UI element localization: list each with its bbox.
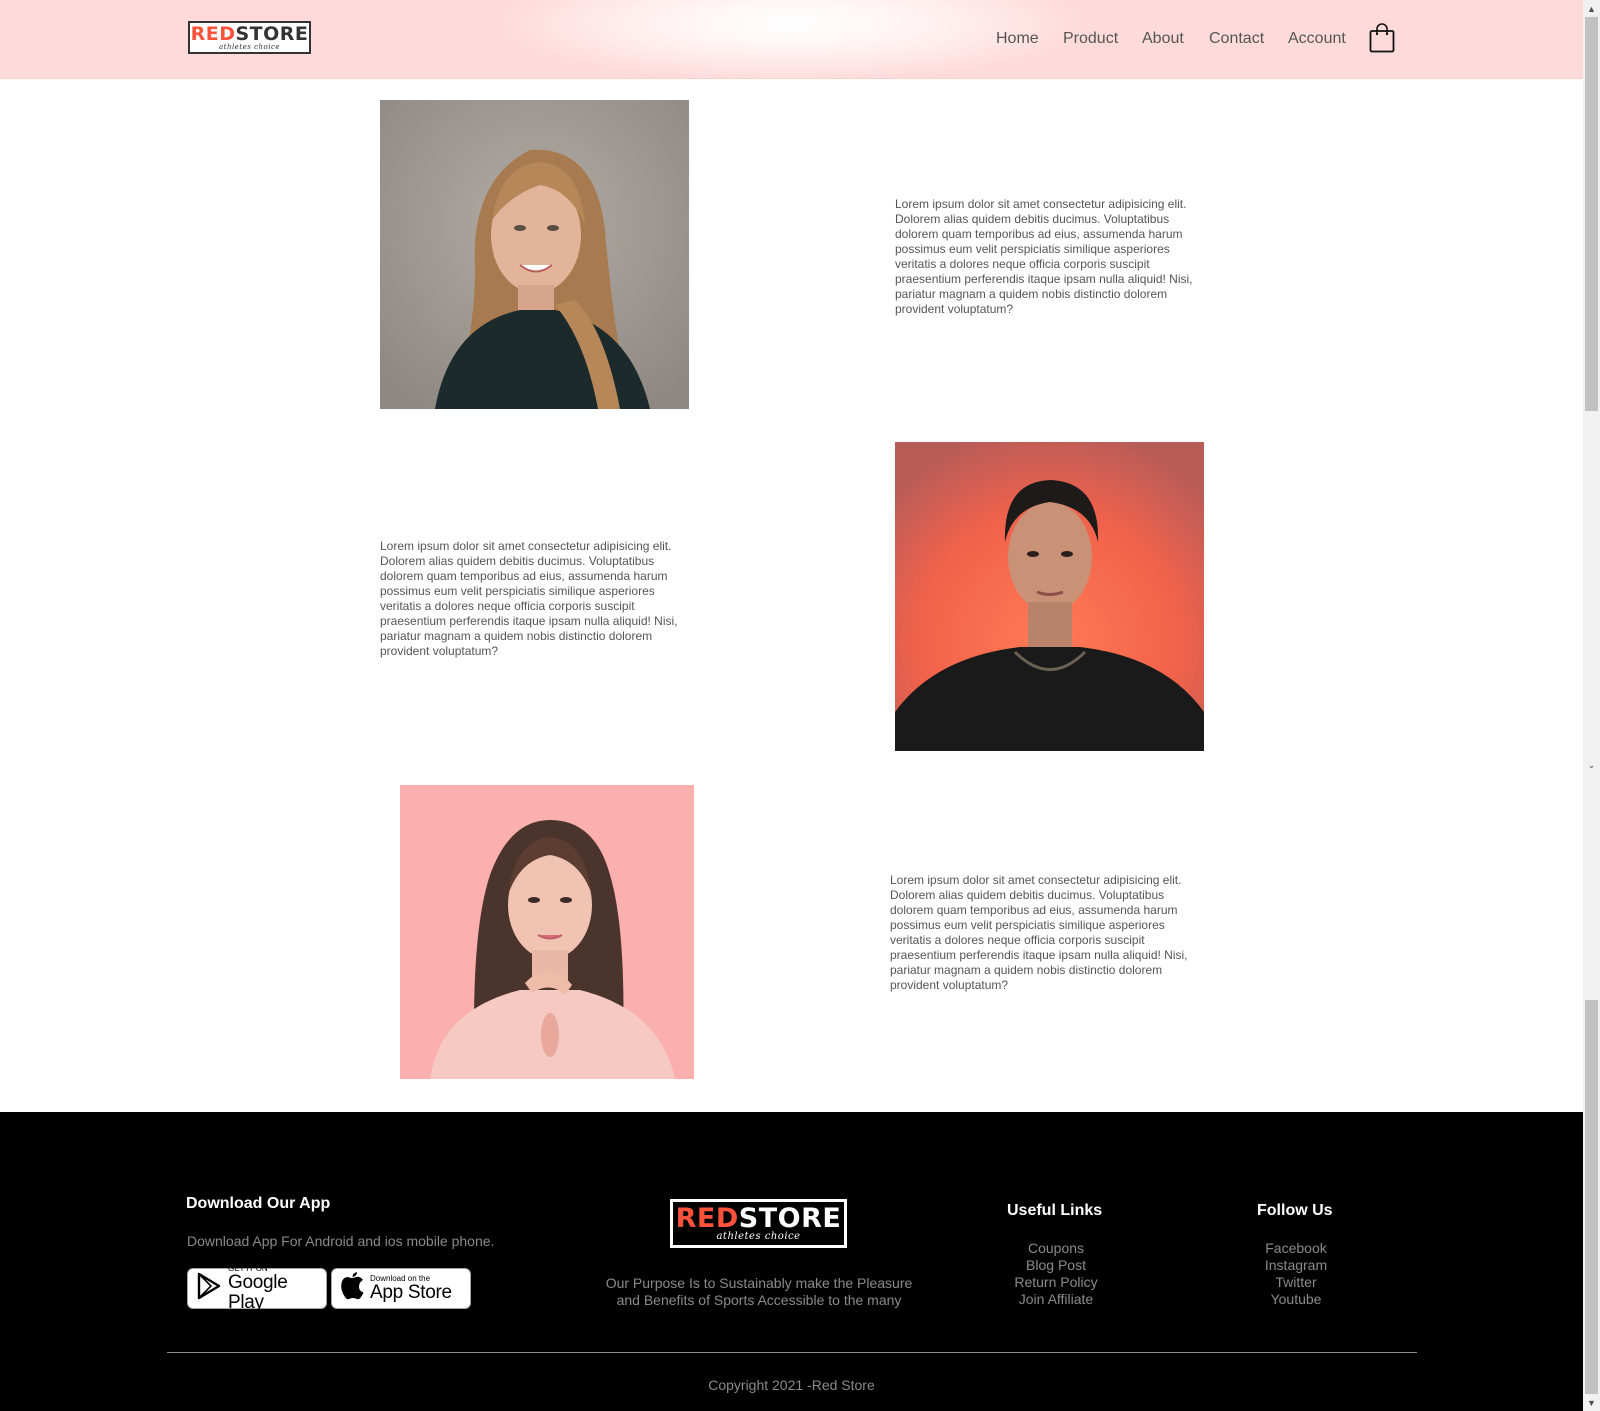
page-scrollbar[interactable]: ▲ ⌄ ▼: [1583, 0, 1600, 1411]
footer-link-youtube[interactable]: Youtube: [1246, 1291, 1346, 1308]
useful-links-list: Coupons Blog Post Return Policy Join Aff…: [1000, 1240, 1112, 1308]
download-app-text: Download App For Android and ios mobile …: [187, 1233, 495, 1249]
shopping-bag-icon[interactable]: [1369, 23, 1395, 53]
purpose-text: Our Purpose Is to Sustainably make the P…: [600, 1275, 918, 1309]
app-store-button[interactable]: Download on the App Store: [331, 1268, 471, 1309]
footer-link-instagram[interactable]: Instagram: [1246, 1257, 1346, 1274]
nav-product[interactable]: Product: [1063, 30, 1118, 48]
follow-us-list: Facebook Instagram Twitter Youtube: [1246, 1240, 1346, 1308]
footer-logo-wordmark: REDSTORE: [675, 1203, 842, 1234]
purpose-line-1: Our Purpose Is to Sustainably make the P…: [605, 1275, 913, 1291]
nav-about[interactable]: About: [1142, 30, 1184, 48]
testimonial-photo-1: [380, 100, 689, 409]
google-play-label: GET IT ON Google Play: [228, 1264, 288, 1313]
apple-icon: [340, 1272, 364, 1305]
footer-link-coupons[interactable]: Coupons: [1000, 1240, 1112, 1257]
nav-home[interactable]: Home: [996, 30, 1039, 48]
purpose-line-2: and Benefits of Sports Accessible to the…: [616, 1292, 902, 1308]
logo-tagline: athletes choice: [218, 42, 281, 51]
footer-logo-tagline: athletes choice: [716, 1231, 801, 1242]
footer-link-join-affiliate[interactable]: Join Affiliate: [1000, 1291, 1112, 1308]
scrollbar-thumb-lower[interactable]: [1585, 1000, 1598, 1394]
testimonial-photo-2: [895, 442, 1204, 751]
scroll-down-icon[interactable]: ⌄: [1583, 757, 1600, 774]
footer-divider: [167, 1352, 1417, 1353]
nav-contact[interactable]: Contact: [1209, 30, 1264, 48]
useful-links-title: Useful Links: [1007, 1202, 1103, 1219]
footer-link-facebook[interactable]: Facebook: [1246, 1240, 1346, 1257]
logo-wordmark: REDSTORE: [190, 22, 309, 45]
site-footer: Download Our App Download App For Androi…: [0, 1112, 1583, 1411]
footer-link-blog-post[interactable]: Blog Post: [1000, 1257, 1112, 1274]
testimonial-text-1: Lorem ipsum dolor sit amet consectetur a…: [895, 197, 1193, 316]
google-play-icon: [196, 1272, 222, 1305]
google-play-button[interactable]: GET IT ON Google Play: [187, 1264, 327, 1313]
logo[interactable]: REDSTORE athletes choice: [188, 21, 311, 54]
testimonial-text-3: Lorem ipsum dolor sit amet consectetur a…: [890, 873, 1188, 992]
follow-us-title: Follow Us: [1257, 1202, 1333, 1219]
site-header: REDSTORE athletes choice Home Product Ab…: [0, 0, 1583, 79]
scroll-down-end-icon[interactable]: ▼: [1583, 1394, 1600, 1411]
scrollbar-thumb[interactable]: [1585, 17, 1598, 411]
nav-account[interactable]: Account: [1288, 30, 1346, 48]
footer-link-twitter[interactable]: Twitter: [1246, 1274, 1346, 1291]
scroll-up-icon[interactable]: ▲: [1583, 0, 1600, 17]
footer-logo[interactable]: REDSTORE athletes choice: [670, 1199, 847, 1248]
download-app-title: Download Our App: [186, 1195, 331, 1212]
footer-link-return-policy[interactable]: Return Policy: [1000, 1274, 1112, 1291]
app-store-label: Download on the App Store: [370, 1274, 452, 1303]
testimonial-text-2: Lorem ipsum dolor sit amet consectetur a…: [380, 539, 678, 658]
testimonial-photo-3: [400, 785, 694, 1079]
copyright-text: Copyright 2021 -Red Store: [708, 1377, 875, 1393]
